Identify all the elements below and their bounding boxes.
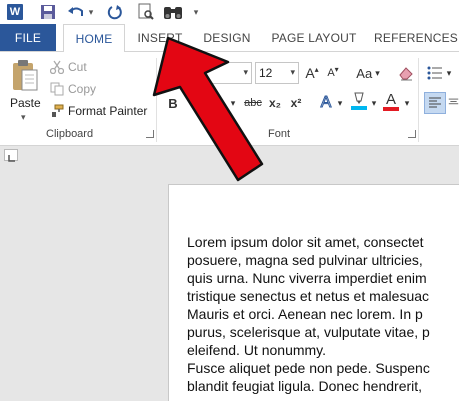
change-case-dropdown-icon: ▾ [375,67,380,78]
cut-label: Cut [68,60,87,74]
tab-home[interactable]: HOME [63,24,125,52]
document-line: eleifend. Ut nonummy. [187,342,327,358]
font-size-combo[interactable]: 12 ▾ [255,62,299,84]
bold-button[interactable]: B [164,92,182,114]
document-line: Mauris et orci. Aenean nec lorem. In p [187,306,423,322]
superscript-button[interactable]: x² [287,92,305,114]
highlight-button[interactable] [349,90,369,112]
change-case-button[interactable]: Aa ▾ [352,62,384,84]
paste-dropdown-icon[interactable]: ▾ [21,112,26,123]
format-painter-icon [52,104,64,117]
document-line: tristique senectus et netus et malesuac [187,288,430,304]
grow-font-button[interactable]: A ▴ [303,62,321,84]
scissors-icon [50,60,64,74]
word-app-icon[interactable]: W [6,2,24,22]
font-color-dropdown-icon[interactable]: ▾ [402,92,412,114]
tab-design[interactable]: DESIGN [200,24,254,51]
paste-label: Paste [10,96,41,110]
clipboard-paste-icon [13,60,38,91]
document-line: Lorem ipsum dolor sit amet, consectet [187,234,424,250]
document-line: Fusce aliquet pede non pede. Suspenc [187,360,430,376]
underline-dropdown-icon[interactable]: ▾ [228,92,238,114]
highlighter-icon [351,92,367,110]
clipboard-group-label: Clipboard [46,128,94,140]
align-left-icon [429,97,441,108]
ribbon-tabs: FILE HOME INSERT DESIGN PAGE LAYOUT REFE… [0,24,459,52]
copy-button[interactable]: Copy [50,79,96,99]
underline-button[interactable]: U [208,92,226,114]
strikethrough-button[interactable]: abc [242,92,264,114]
shrink-font-arrow-icon: ▾ [334,64,339,74]
font-size-dropdown-icon[interactable]: ▾ [290,67,295,78]
font-dialog-launcher-icon[interactable] [408,130,416,138]
font-color-swatch [383,106,399,111]
shrink-font-button[interactable]: A ▾ [324,62,342,84]
tab-insert[interactable]: INSERT [134,24,186,51]
copy-label: Copy [68,82,97,96]
paste-button[interactable]: Paste ▾ [5,56,45,123]
grow-font-label: A [305,65,315,81]
eraser-icon [399,67,413,81]
document-line: quis urna. Nunc viverra imperdiet enim [187,270,427,286]
customize-qat-icon[interactable]: ▾ [190,2,202,22]
grow-font-arrow-icon: ▴ [314,64,319,74]
font-name-dropdown-icon[interactable]: ▾ [243,67,248,78]
text-effects-dropdown-icon[interactable]: ▾ [335,92,345,114]
group-separator [156,58,157,142]
document-line: purus, scelerisque at, vulputate vitae, … [187,324,430,340]
format-painter-label: Format Painter [68,104,148,118]
font-name-combo[interactable]: ▾ [162,62,252,84]
font-color-button[interactable]: A [381,90,401,112]
undo-dropdown-icon[interactable]: ▾ [86,2,96,22]
tab-references[interactable]: REFERENCES [374,24,458,51]
bullets-icon [427,66,442,80]
tab-file[interactable]: FILE [0,24,56,51]
document-line: posuere, magna sed pulvinar ultricies, [187,252,423,268]
subscript-button[interactable]: x₂ [266,92,284,114]
shrink-font-label: A [327,67,335,79]
document-line: blandit feugiat ligula. Donec hendrerit, [187,378,423,394]
change-case-label: Aa [356,65,373,81]
group-separator [418,58,419,142]
clipboard-dialog-launcher-icon[interactable] [146,130,154,138]
highlight-dropdown-icon[interactable]: ▾ [369,92,379,114]
align-left-button[interactable] [424,92,446,114]
italic-button[interactable]: I [186,92,204,114]
format-painter-button[interactable]: Format Painter [50,101,147,121]
font-group-label: Font [268,128,291,140]
save-icon[interactable] [38,2,58,22]
find-binoculars-icon[interactable] [162,2,184,22]
copy-icon [50,82,64,96]
align-center-button[interactable] [448,92,459,114]
cut-button[interactable]: Cut [50,57,87,77]
font-size-value: 12 [259,66,273,80]
bullets-dropdown-icon[interactable]: ▾ [444,62,454,84]
align-center-icon [448,98,459,105]
undo-icon[interactable] [66,2,86,22]
tab-selector-icon[interactable] [4,149,18,162]
font-color-label: A [385,90,396,108]
ribbon-home: Paste ▾ Cut Copy Format Painter Clipboar… [0,51,459,146]
clear-formatting-button[interactable] [396,62,416,84]
redo-icon[interactable] [105,2,125,22]
bullets-button[interactable] [426,62,444,84]
tab-page-layout[interactable]: PAGE LAYOUT [270,24,358,51]
print-preview-icon[interactable] [136,2,156,22]
text-effects-button[interactable]: A [317,92,335,114]
quick-access-toolbar: W ▾ ▾ [0,0,459,24]
